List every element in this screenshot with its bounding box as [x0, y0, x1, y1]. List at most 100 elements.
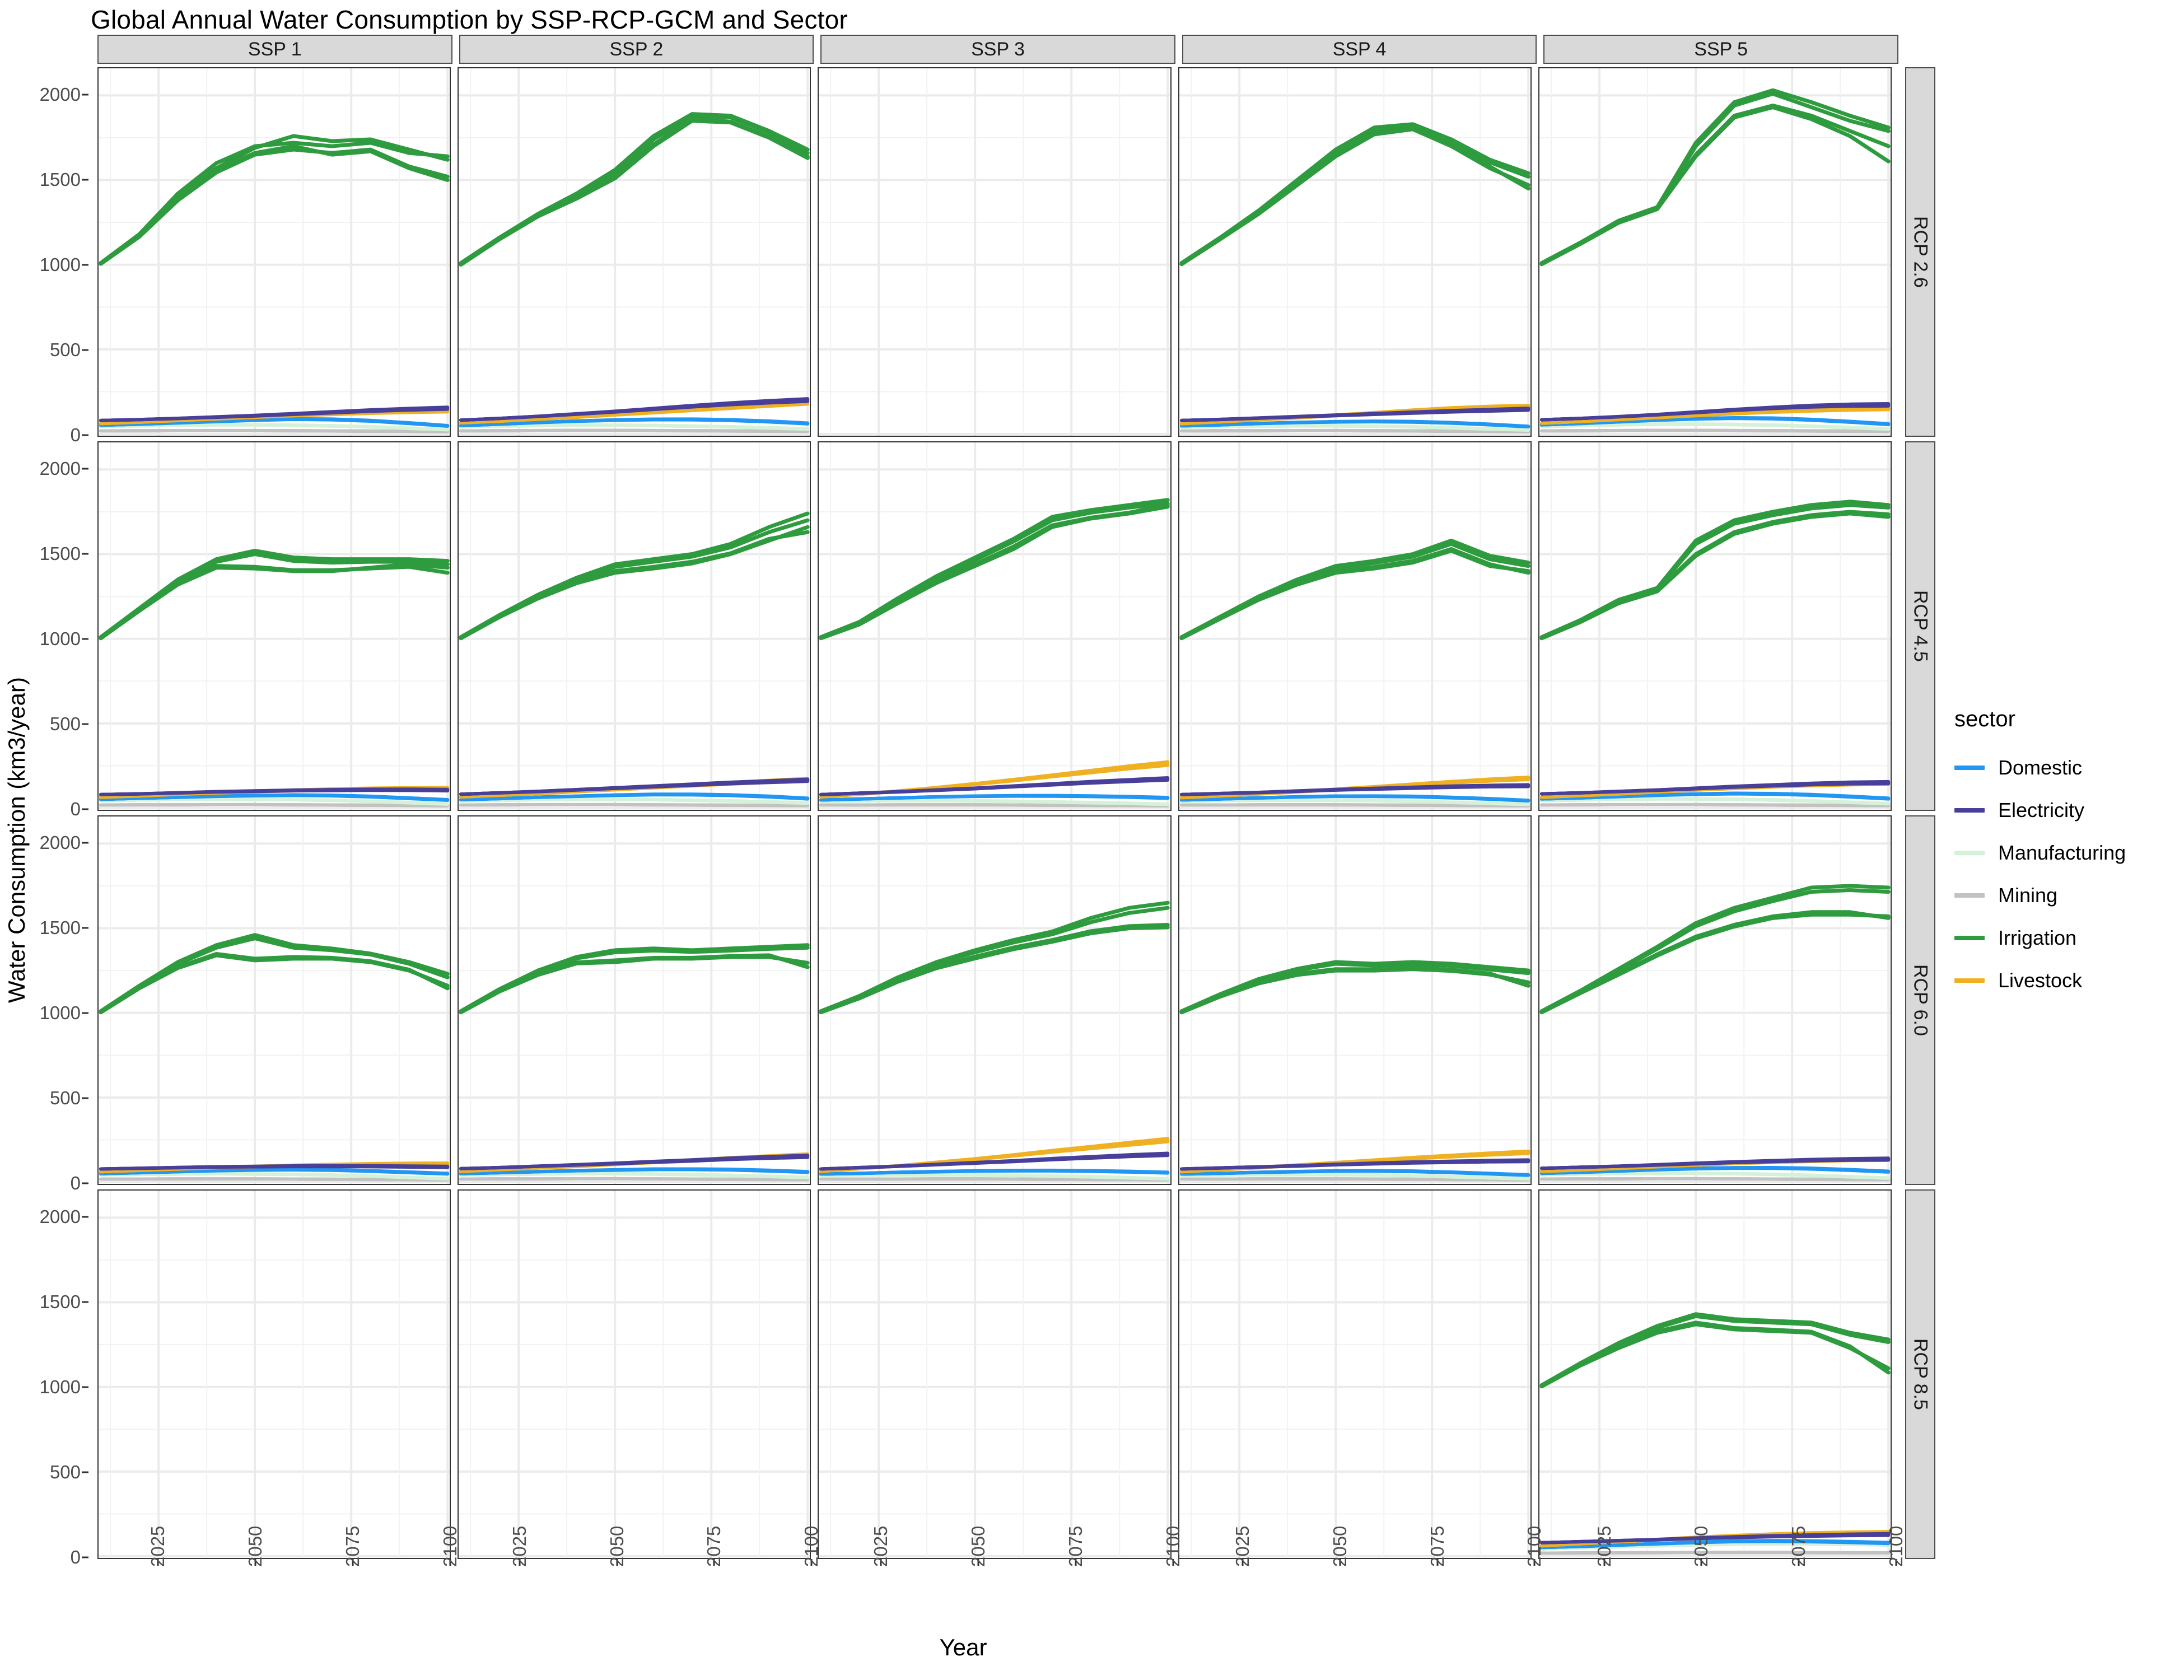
y-tick-label: 500: [49, 713, 81, 734]
y-tick-mark: [82, 349, 88, 351]
y-tick-label: 1000: [39, 254, 81, 275]
facet-panel: [458, 1189, 811, 1559]
facet-row: RCP 8.5: [97, 1189, 1935, 1559]
facet-panel: [1538, 815, 1892, 1185]
legend-color-swatch: [1954, 808, 1985, 813]
row-facet-strip: RCP 2.6: [1905, 67, 1935, 437]
legend-item-label: Domestic: [1998, 756, 2083, 779]
column-facet-strip: SSP 3: [820, 35, 1175, 64]
legend-item-domestic[interactable]: Domestic: [1954, 746, 2178, 789]
x-tick-label: 2075: [703, 1525, 725, 1567]
row-facet-strip: RCP 6.0: [1905, 815, 1935, 1185]
y-tick-label: 1500: [39, 169, 81, 190]
y-tick-mark: [82, 1097, 88, 1099]
legend-item-mining[interactable]: Mining: [1954, 874, 2178, 917]
facet-panel: [97, 67, 451, 437]
legend-item-label: Electricity: [1998, 799, 2085, 822]
y-tick-label: 1000: [39, 1002, 81, 1023]
y-axis-ticks: 0 500 1000 1500 2000: [22, 815, 90, 1193]
y-tick-mark: [82, 553, 88, 555]
facet-panel: [818, 815, 1172, 1185]
facet-panel: [97, 441, 451, 811]
x-tick-label: 2075: [1426, 1525, 1448, 1567]
x-tick-label: 2050: [606, 1525, 627, 1567]
x-tick-label: 2025: [1593, 1525, 1614, 1567]
legend-item-label: Livestock: [1998, 969, 2083, 992]
legend: sector Domestic Electricity Manufacturing M…: [1954, 707, 2178, 1002]
facet-panel-rows: RCP 2.6 RCP 4.5 RCP 6.0 RCP 8.5: [97, 67, 1935, 1559]
y-tick-mark: [82, 94, 88, 96]
legend-color-swatch: [1954, 851, 1985, 855]
y-tick-mark: [82, 1556, 88, 1558]
y-tick-label: 1000: [39, 628, 81, 649]
y-tick-mark: [82, 1012, 88, 1014]
row-facet-strip-label: RCP 8.5: [1910, 1338, 1931, 1410]
y-tick-mark: [82, 927, 88, 929]
page-title: Global Annual Water Consumption by SSP-R…: [91, 5, 848, 34]
x-tick-label: 2075: [1788, 1525, 1809, 1567]
x-tick-label: 2100: [1524, 1525, 1545, 1567]
y-axis-ticks: 0 500 1000 1500 2000: [22, 67, 90, 445]
facet-panel: [818, 67, 1172, 437]
legend-item-label: Irrigation: [1998, 926, 2077, 949]
x-tick-label: 2025: [870, 1525, 892, 1567]
x-axis-ticks: 2025 2050 2075 2100: [1543, 1526, 1906, 1643]
y-tick-mark: [82, 1182, 88, 1184]
facet-panel: [1538, 1189, 1892, 1559]
facet-panel: [1178, 441, 1532, 811]
row-facet-strip: RCP 4.5: [1905, 441, 1935, 811]
x-tick-label: 2100: [1162, 1525, 1183, 1567]
legend-color-swatch: [1954, 893, 1985, 898]
legend-items: Domestic Electricity Manufacturing Mining Ir…: [1954, 746, 2178, 1002]
y-axis-ticks: 0 500 1000 1500 2000: [22, 1189, 90, 1567]
legend-item-manufacturing[interactable]: Manufacturing: [1954, 832, 2178, 874]
legend-item-label: Mining: [1998, 884, 2058, 907]
legend-item-livestock[interactable]: Livestock: [1954, 959, 2178, 1002]
column-facet-strip: SSP 2: [459, 35, 814, 64]
x-tick-label: 2100: [801, 1525, 822, 1567]
x-axis-ticks: 2025 2050 2075 2100: [97, 1526, 460, 1643]
y-tick-label: 1500: [39, 917, 81, 938]
facet-grid: SSP 1 SSP 2 SSP 3 SSP 4 SSP 5 RCP 2.6 RCP 4.5…: [97, 35, 1935, 1559]
legend-item-electricity[interactable]: Electricity: [1954, 789, 2178, 832]
facet-panel: [1178, 1189, 1532, 1559]
x-tick-label: 2075: [342, 1525, 363, 1567]
y-tick-label: 2000: [39, 1206, 81, 1227]
y-tick-label: 2000: [39, 83, 81, 105]
legend-color-swatch: [1954, 766, 1985, 770]
y-tick-mark: [82, 1216, 88, 1218]
x-tick-label: 2025: [508, 1525, 530, 1567]
facet-panel: [458, 441, 811, 811]
facet-panel: [97, 815, 451, 1185]
facet-panel: [1178, 815, 1532, 1185]
y-axis-ticks: 0 500 1000 1500 2000: [22, 441, 90, 819]
column-facet-strip: SSP 4: [1182, 35, 1537, 64]
y-tick-label: 500: [49, 1461, 81, 1482]
x-tick-label: 2025: [1232, 1525, 1253, 1567]
row-facet-strip-label: RCP 6.0: [1910, 964, 1931, 1036]
x-tick-label: 2100: [439, 1525, 460, 1567]
y-tick-mark: [82, 468, 88, 470]
x-tick-label: 2050: [1691, 1525, 1712, 1567]
y-tick-label: 2000: [39, 832, 81, 853]
column-facet-strips: SSP 1 SSP 2 SSP 3 SSP 4 SSP 5: [97, 35, 1898, 64]
legend-color-swatch: [1954, 978, 1985, 983]
row-facet-strip: RCP 8.5: [1905, 1189, 1935, 1559]
legend-item-label: Manufacturing: [1998, 841, 2126, 864]
y-tick-mark: [82, 1471, 88, 1473]
y-tick-label: 0: [70, 1547, 81, 1567]
facet-row: RCP 2.6: [97, 67, 1935, 437]
facet-panel: [818, 441, 1172, 811]
facet-panel: [1538, 67, 1892, 437]
column-facet-strip: SSP 5: [1543, 35, 1898, 64]
x-tick-label: 2100: [1885, 1525, 1906, 1567]
legend-title: sector: [1954, 707, 2015, 731]
y-tick-label: 1000: [39, 1376, 81, 1397]
legend-item-irrigation[interactable]: Irrigation: [1954, 917, 2178, 959]
y-tick-mark: [82, 434, 88, 436]
facet-row: RCP 4.5: [97, 441, 1935, 811]
facet-panel: [458, 67, 811, 437]
x-axis-ticks: 2025 2050 2075 2100: [1182, 1526, 1544, 1643]
x-tick-label: 2050: [968, 1525, 989, 1567]
facet-panel: [458, 815, 811, 1185]
